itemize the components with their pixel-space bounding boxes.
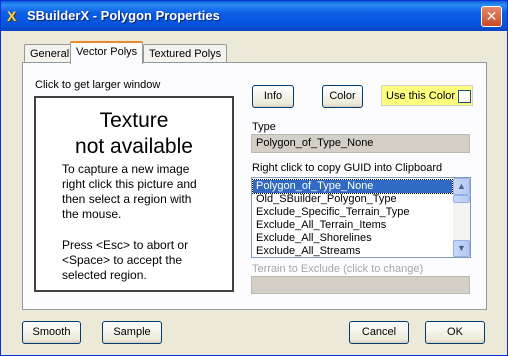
tab-vector-polys-label: Vector Polys	[76, 46, 138, 58]
polygon-type-listbox[interactable]: Polygon_of_Type_None Old_SBuilder_Polygo…	[251, 177, 471, 258]
terrain-exclude-field[interactable]	[251, 276, 470, 294]
capture-instructions: To capture a new image right click this …	[62, 162, 230, 222]
sample-button[interactable]: Sample	[102, 321, 162, 344]
list-item-exclude-all-shorelines[interactable]: Exclude_All_Shorelines	[253, 232, 452, 245]
scroll-up-arrow[interactable]: ▲	[453, 178, 470, 195]
polygon-properties-window: X SBuilderX - Polygon Properties ✕ Gener…	[0, 0, 508, 356]
type-value-field: Polygon_of_Type_None	[251, 134, 470, 153]
list-item-polygon-of-type-none[interactable]: Polygon_of_Type_None	[252, 179, 453, 194]
color-button[interactable]: Color	[322, 85, 363, 108]
use-this-color-checkbox[interactable]	[458, 90, 471, 103]
chevron-down-icon: ▼	[457, 243, 466, 253]
tab-general-label: General	[30, 48, 70, 60]
tab-vector-polys[interactable]: Vector Polys	[70, 41, 144, 64]
texture-title: Texture not available	[36, 108, 232, 160]
type-value: Polygon_of_Type_None	[256, 137, 374, 149]
press-line2: <Space> to accept the	[62, 253, 183, 267]
title-bar[interactable]: X SBuilderX - Polygon Properties ✕	[1, 1, 507, 31]
tab-textured-polys[interactable]: Textured Polys	[143, 44, 228, 63]
press-line3: selected region.	[62, 268, 147, 282]
smooth-button[interactable]: Smooth	[22, 321, 81, 344]
press-instructions: Press <Esc> to abort or <Space> to accep…	[62, 238, 230, 283]
list-item-exclude-all-terrain-items[interactable]: Exclude_All_Terrain_Items	[253, 219, 452, 232]
ok-button[interactable]: OK	[425, 321, 485, 344]
listbox-scrollbar[interactable]: ▲ ▼	[453, 178, 470, 257]
texture-hint-label: Click to get larger window	[35, 79, 161, 91]
capture-line2: right click this picture and	[62, 177, 197, 191]
sbuilderx-app-icon: X	[7, 8, 17, 24]
info-button[interactable]: Info	[252, 85, 294, 108]
texture-title-line1: Texture	[99, 109, 169, 132]
scroll-thumb[interactable]	[453, 195, 470, 203]
cancel-button[interactable]: Cancel	[349, 321, 409, 344]
press-line1: Press <Esc> to abort or	[62, 238, 189, 252]
tab-textured-polys-label: Textured Polys	[149, 48, 222, 60]
texture-title-line2: not available	[75, 135, 193, 158]
use-this-color-checkbox-area[interactable]: Use this Color	[381, 85, 473, 106]
chevron-up-icon: ▲	[457, 181, 466, 191]
capture-line4: the mouse.	[62, 207, 122, 221]
guid-list-label: Right click to copy GUID into Clipboard	[252, 162, 443, 174]
list-item-old-sbuilder-polygon-type[interactable]: Old_SBuilder_Polygon_Type	[253, 193, 452, 206]
capture-line1: To capture a new image	[62, 162, 190, 176]
close-icon: ✕	[485, 8, 498, 24]
type-label: Type	[252, 121, 276, 133]
close-button[interactable]: ✕	[481, 6, 502, 27]
list-item-exclude-all-streams[interactable]: Exclude_All_Streams	[253, 245, 452, 257]
capture-line3: then select a region with	[62, 192, 192, 206]
terrain-exclude-label: Terrain to Exclude (click to change)	[252, 263, 424, 275]
scroll-down-arrow[interactable]: ▼	[453, 240, 470, 257]
tab-general[interactable]: General	[24, 44, 76, 63]
window-title: SBuilderX - Polygon Properties	[27, 8, 220, 23]
texture-preview[interactable]: Texture not available To capture a new i…	[34, 96, 234, 292]
list-item-exclude-specific-terrain-type[interactable]: Exclude_Specific_Terrain_Type	[253, 206, 452, 219]
use-this-color-label: Use this Color	[386, 90, 456, 102]
